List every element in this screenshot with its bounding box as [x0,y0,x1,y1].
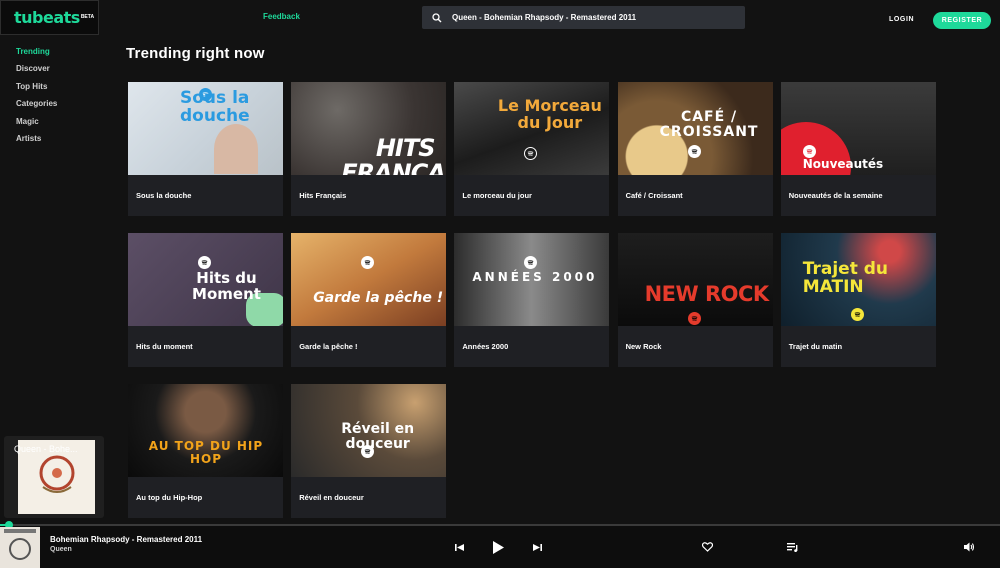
playlist-cover: NEW ROCK [617,233,773,326]
logo-text: tubeats [14,8,80,27]
playlist-grid: Sous la douche Sous la douche HITS FRANC… [128,82,936,518]
playlist-cover: Sous la douche [128,82,283,175]
spotify-icon [524,256,538,269]
playlist-card[interactable]: Hits du Moment Hits du moment [128,233,283,367]
page-title: Trending right now [126,45,265,62]
sidebar: Trending Discover Top Hits Categories Ma… [16,47,57,151]
search-icon[interactable] [422,12,452,23]
progress-bar[interactable] [0,524,1000,526]
cover-title: Trajet du MATIN [802,259,889,297]
card-label: Garde la pêche ! [299,342,358,351]
logo[interactable]: tubeats BETA [0,0,99,35]
sidebar-item-magic[interactable]: Magic [16,117,57,134]
card-label: Nouveautés de la semaine [788,191,883,200]
playlist-card[interactable]: Réveil en douceur Réveil en douceur [291,384,447,518]
card-label: New Rock [625,342,662,351]
playlist-cover: CAFÉ / CROISSANT [617,82,773,175]
cover-title: Sous la douche [180,88,250,126]
card-label: Le morceau du jour [462,191,532,200]
queue-icon[interactable] [785,538,799,556]
cover-title: Réveil en douceur [341,421,415,452]
playlist-card[interactable]: Trajet du MATIN Trajet du matin [780,233,936,367]
cover-title: Le Morceau du Jour [497,96,602,132]
mini-player-title: Queen - Bohe... [14,444,78,454]
beta-badge: BETA [80,13,95,20]
playlist-card[interactable]: Nouveautés Nouveautés de la semaine [780,82,936,216]
playlist-card[interactable]: HITS FRANCAIS Hits Français [291,82,447,216]
previous-icon[interactable] [453,538,465,556]
playlist-card[interactable]: Garde la pêche ! Garde la pêche ! [291,233,447,367]
playlist-cover: ANNÉES 2000 [454,233,610,326]
cover-title: Hits du Moment [192,269,261,303]
cover-title: Garde la pêche ! [313,290,444,306]
playlist-cover: Réveil en douceur [291,384,447,477]
spotify-icon [687,145,701,158]
sidebar-item-artists[interactable]: Artists [16,134,57,151]
spotify-icon [361,445,375,458]
search-bar[interactable] [422,6,745,29]
search-input[interactable] [452,13,732,22]
cover-title: CAFÉ / CROISSANT [659,109,759,140]
cover-photo [214,124,258,174]
spotify-icon [361,256,375,269]
track-thumbnail [0,527,40,568]
spotify-icon [198,256,211,269]
playlist-card[interactable]: Le Morceau du Jour Le morceau du jour [454,82,610,216]
cover-title: HITS FRANCAIS [341,134,446,175]
playlist-card[interactable]: NEW ROCK New Rock [617,233,773,367]
sidebar-item-categories[interactable]: Categories [16,99,57,116]
playlist-cover: AU TOP DU HIP HOP [128,384,283,477]
playlist-cover: Nouveautés [780,82,936,175]
register-button[interactable]: REGISTER [933,12,991,29]
card-label: Trajet du matin [788,342,843,351]
cover-title: Nouveautés [802,157,884,171]
sidebar-item-trending[interactable]: Trending [16,47,57,64]
playlist-card[interactable]: AU TOP DU HIP HOP Au top du Hip-Hop [128,384,283,518]
playlist-cover: Garde la pêche ! [291,233,447,326]
cover-title: AU TOP DU HIP HOP [148,439,264,466]
cover-title: NEW ROCK [644,282,770,306]
spotify-icon [524,147,538,160]
spotify-icon [687,312,701,325]
playlist-cover: Le Morceau du Jour [454,82,610,175]
volume-icon[interactable] [962,538,976,556]
feedback-link[interactable]: Feedback [263,12,300,21]
heart-icon[interactable] [700,538,714,556]
mini-player[interactable]: Queen - Bohe... [4,436,104,518]
play-icon[interactable] [490,536,506,558]
card-label: Années 2000 [462,342,509,351]
playlist-card[interactable]: CAFÉ / CROISSANT Café / Croissant [617,82,773,216]
card-label: Sous la douche [136,191,192,200]
card-label: Hits Français [299,191,347,200]
cover-title: ANNÉES 2000 [472,270,598,284]
next-icon[interactable] [531,538,543,556]
sidebar-item-discover[interactable]: Discover [16,64,57,81]
playlist-cover: Trajet du MATIN [780,233,936,326]
login-button[interactable]: LOGIN [889,16,914,23]
card-label: Café / Croissant [625,191,683,200]
playlist-card[interactable]: ANNÉES 2000 Années 2000 [454,233,610,367]
playlist-cover: Hits du Moment [128,233,283,326]
card-label: Hits du moment [136,342,193,351]
card-label: Au top du Hip-Hop [136,493,203,502]
sidebar-item-top-hits[interactable]: Top Hits [16,82,57,99]
playlist-card[interactable]: Sous la douche Sous la douche [128,82,283,216]
card-label: Réveil en douceur [299,493,364,502]
spotify-icon [850,308,864,321]
track-title: Bohemian Rhapsody - Remastered 2011 [50,535,203,544]
playlist-cover: HITS FRANCAIS [291,82,447,175]
track-artist[interactable]: Queen [50,546,72,553]
